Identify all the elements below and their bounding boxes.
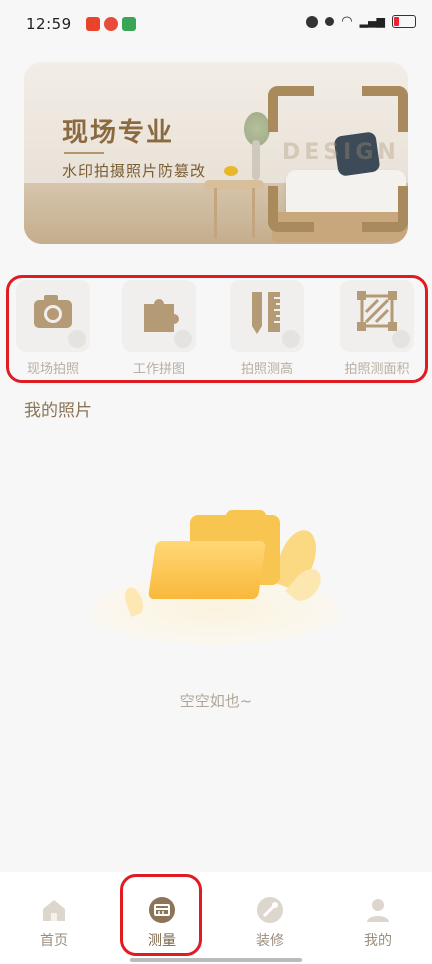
status-bar: 12:59 ◠ ▂▄▆ [0, 0, 432, 48]
nav-item-home[interactable]: 首页 [14, 890, 94, 950]
tool-label: 拍照测面积 [344, 362, 410, 377]
wifi-icon: ◠ [341, 14, 353, 29]
profile-icon [367, 899, 389, 922]
scan-corner-icon [268, 86, 314, 132]
nav-item-profile[interactable]: 我的 [338, 890, 418, 950]
bottom-nav: 首页 测量 装修 我的 [0, 872, 432, 964]
tool-label: 工作拼图 [132, 362, 185, 377]
status-time: 12:59 [26, 15, 72, 33]
nav-label: 我的 [364, 933, 392, 949]
alarm-icon [306, 15, 319, 28]
tool-card [16, 280, 90, 352]
tool-scene-photo[interactable]: 现场拍照 [10, 280, 96, 377]
notification-weibo-icon [104, 17, 118, 31]
nav-label: 装修 [256, 933, 284, 949]
location-icon [325, 17, 335, 26]
nav-highlight-frame [120, 874, 202, 956]
fruit-decoration [224, 166, 238, 176]
table-leg [214, 188, 217, 238]
ruler-pencil-icon [252, 292, 280, 334]
scan-corner-icon [268, 186, 314, 232]
empty-state-text: 空空如也~ [179, 692, 253, 710]
tool-card [230, 280, 304, 352]
tool-work-collage[interactable]: 工作拼图 [116, 280, 202, 377]
tool-dot [68, 330, 86, 348]
status-right: ◠ ▂▄▆ [306, 14, 416, 29]
table-leg [252, 188, 255, 238]
notification-app-icon-1 [86, 17, 100, 31]
tool-photo-area[interactable]: 拍照测面积 [334, 280, 420, 377]
tool-dot [392, 330, 410, 348]
area-measure-icon [357, 291, 397, 331]
battery-icon [392, 15, 416, 28]
puzzle-icon [144, 298, 179, 332]
tool-label: 拍照测高 [240, 362, 293, 377]
nav-label: 首页 [40, 933, 68, 949]
decorate-icon [257, 897, 283, 923]
tool-dot [282, 330, 300, 348]
empty-state-illustration [90, 505, 340, 665]
banner-subtitle: 水印拍摄照片防篡改 [62, 162, 207, 180]
tool-photo-height[interactable]: 拍照测高 [224, 280, 310, 377]
banner-overlay-word: DESIGN [282, 140, 400, 165]
section-title: 我的照片 [24, 401, 92, 421]
vase-decoration [252, 140, 260, 180]
tool-label: 现场拍照 [26, 362, 79, 377]
scan-corner-icon [362, 186, 408, 232]
banner-title: 现场专业 [62, 118, 175, 148]
side-table [204, 180, 264, 190]
signal-icon: ▂▄▆ [359, 15, 385, 28]
nav-item-decorate[interactable]: 装修 [230, 890, 310, 950]
tool-card [340, 280, 414, 352]
banner-divider [64, 152, 104, 154]
home-indicator[interactable] [130, 958, 302, 962]
hero-banner[interactable]: DESIGN 现场专业 水印拍摄照片防篡改 [24, 62, 408, 244]
folder-icon [147, 541, 267, 599]
tool-dot [174, 330, 192, 348]
home-icon [43, 900, 65, 921]
scan-corner-icon [362, 86, 408, 132]
notification-app-icon-3 [122, 17, 136, 31]
tool-card [122, 280, 196, 352]
camera-icon [34, 295, 72, 328]
